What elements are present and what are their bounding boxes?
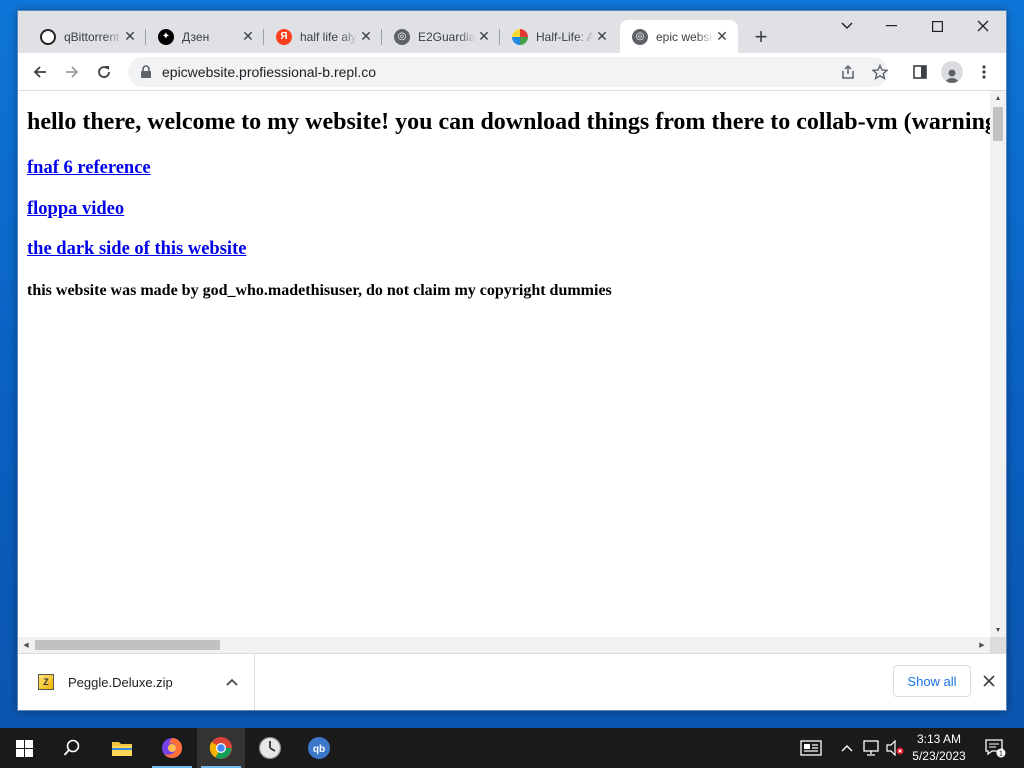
taskbar-file-explorer[interactable]	[98, 728, 146, 768]
show-all-downloads-button[interactable]: Show all	[893, 665, 971, 697]
tab-epic-website[interactable]: ◎ epic website ✕	[620, 20, 738, 53]
link-dark-side[interactable]: the dark side of this website	[27, 239, 246, 260]
svg-text:qb: qb	[313, 744, 325, 755]
close-icon[interactable]: ✕	[122, 28, 138, 45]
maximize-button[interactable]	[914, 11, 960, 41]
side-panel-button[interactable]	[906, 58, 934, 86]
tab-search-button[interactable]	[824, 11, 870, 41]
vertical-scrollbar[interactable]: ▲ ▼	[990, 91, 1006, 637]
minimize-button[interactable]	[868, 11, 914, 41]
taskbar-chrome[interactable]	[197, 728, 245, 768]
back-button[interactable]	[26, 58, 54, 86]
avatar	[941, 61, 963, 83]
chevron-up-icon[interactable]	[220, 670, 244, 694]
tab-e2guardian[interactable]: ◎ E2Guardian ✕	[382, 20, 500, 53]
menu-kebab-button[interactable]	[970, 58, 998, 86]
horizontal-scroll-thumb[interactable]	[35, 640, 220, 650]
search-icon	[63, 739, 80, 756]
download-shelf: Z Peggle.Deluxe.zip Show all	[18, 653, 1006, 710]
windows-logo-icon	[15, 739, 33, 757]
chrome-icon	[209, 737, 232, 759]
tab-title: E2Guardian	[418, 29, 476, 44]
tab-title: Дзен	[182, 29, 210, 44]
start-button[interactable]	[0, 728, 48, 768]
close-download-shelf-button[interactable]	[976, 668, 1002, 694]
firefox-icon	[162, 738, 182, 758]
tab-title: qBittorrent	[64, 29, 120, 44]
search-button[interactable]	[48, 728, 96, 768]
network-button[interactable]	[860, 728, 882, 768]
taskbar-clock[interactable]: 3:13 AM 5/23/2023	[902, 731, 976, 765]
tab-strip: qBittorrent ✕ ✦ Дзен ✕ Я half life alyx …	[18, 11, 1006, 53]
taskbar-qbittorrent[interactable]: qb	[295, 728, 343, 768]
scroll-right-arrow-icon[interactable]: ▶	[975, 637, 989, 653]
qbittorrent-icon	[40, 28, 56, 45]
share-button[interactable]	[834, 58, 862, 86]
globe-icon: ◎	[632, 28, 648, 45]
clock-time: 3:13 AM	[916, 732, 962, 746]
link-floppa-video[interactable]: floppa video	[27, 199, 124, 220]
news-widget-button[interactable]	[795, 728, 827, 768]
clock-app-icon	[258, 736, 282, 760]
reload-button[interactable]	[90, 58, 118, 86]
tab-qbittorrent[interactable]: qBittorrent ✕	[28, 20, 146, 53]
close-icon[interactable]: ✕	[714, 28, 730, 45]
lock-icon	[141, 65, 151, 78]
download-filename[interactable]: Peggle.Deluxe.zip	[68, 675, 220, 690]
scroll-left-arrow-icon[interactable]: ◀	[19, 637, 33, 653]
scroll-down-arrow-icon[interactable]: ▼	[990, 623, 1006, 637]
browser-toolbar: epicwebsite.profiessional-b.repl.co	[18, 53, 1006, 91]
page-heading: hello there, welcome to my website! you …	[27, 109, 990, 135]
globe-icon: ◎	[394, 28, 410, 45]
bookmark-star-button[interactable]	[866, 58, 894, 86]
notifications-icon: 1	[985, 739, 1006, 758]
chevron-up-icon	[841, 745, 853, 752]
tab-title: Half-Life: Alyx	[536, 29, 594, 44]
window-close-button[interactable]	[960, 11, 1006, 41]
close-icon[interactable]: ✕	[476, 28, 492, 45]
taskbar-clock-app[interactable]	[246, 728, 294, 768]
vertical-scroll-thumb[interactable]	[993, 107, 1003, 141]
close-icon[interactable]: ✕	[358, 28, 374, 45]
chrome-window: qBittorrent ✕ ✦ Дзен ✕ Я half life alyx …	[17, 10, 1007, 711]
forward-button[interactable]	[58, 58, 86, 86]
profile-button[interactable]	[938, 58, 966, 86]
dzen-icon: ✦	[158, 28, 174, 45]
qbittorrent-icon: qb	[308, 737, 330, 759]
clock-date: 5/23/2023	[912, 749, 966, 763]
tab-half-life[interactable]: Half-Life: Alyx ✕	[500, 20, 618, 53]
credit-text: this website was made by god_who.madethi…	[27, 282, 612, 299]
file-explorer-icon	[112, 742, 132, 756]
horizontal-scrollbar[interactable]: ◀ ▶	[18, 637, 990, 653]
new-tab-button[interactable]: +	[748, 24, 774, 50]
notification-count-badge: 1	[999, 751, 1003, 758]
tab-half-life-alyx-search[interactable]: Я half life alyx ✕	[264, 20, 382, 53]
address-bar[interactable]: epicwebsite.profiessional-b.repl.co	[128, 57, 888, 87]
action-center-button[interactable]: 1	[980, 728, 1010, 768]
scrollbar-corner	[990, 637, 1006, 653]
yandex-icon: Я	[276, 28, 292, 45]
scroll-up-arrow-icon[interactable]: ▲	[990, 91, 1006, 105]
close-icon[interactable]: ✕	[240, 28, 256, 45]
web-page-content: hello there, welcome to my website! you …	[18, 91, 990, 637]
address-url[interactable]: epicwebsite.profiessional-b.repl.co	[162, 64, 376, 80]
news-icon	[800, 740, 822, 756]
halflife-icon	[512, 28, 528, 45]
link-fnaf-6-reference[interactable]: fnaf 6 reference	[27, 158, 151, 179]
close-icon[interactable]: ✕	[594, 28, 610, 45]
tab-title: half life alyx	[300, 29, 358, 44]
show-hidden-icons-button[interactable]	[838, 728, 856, 768]
taskbar-firefox[interactable]	[148, 728, 196, 768]
network-icon	[863, 740, 879, 756]
download-item[interactable]: Z Peggle.Deluxe.zip	[18, 654, 255, 710]
windows-taskbar: qb 3:13 AM 5/23/2023 1	[0, 728, 1024, 768]
tab-dzen[interactable]: ✦ Дзен ✕	[146, 20, 264, 53]
zip-file-icon: Z	[38, 674, 54, 690]
tab-title: epic website	[656, 29, 714, 44]
